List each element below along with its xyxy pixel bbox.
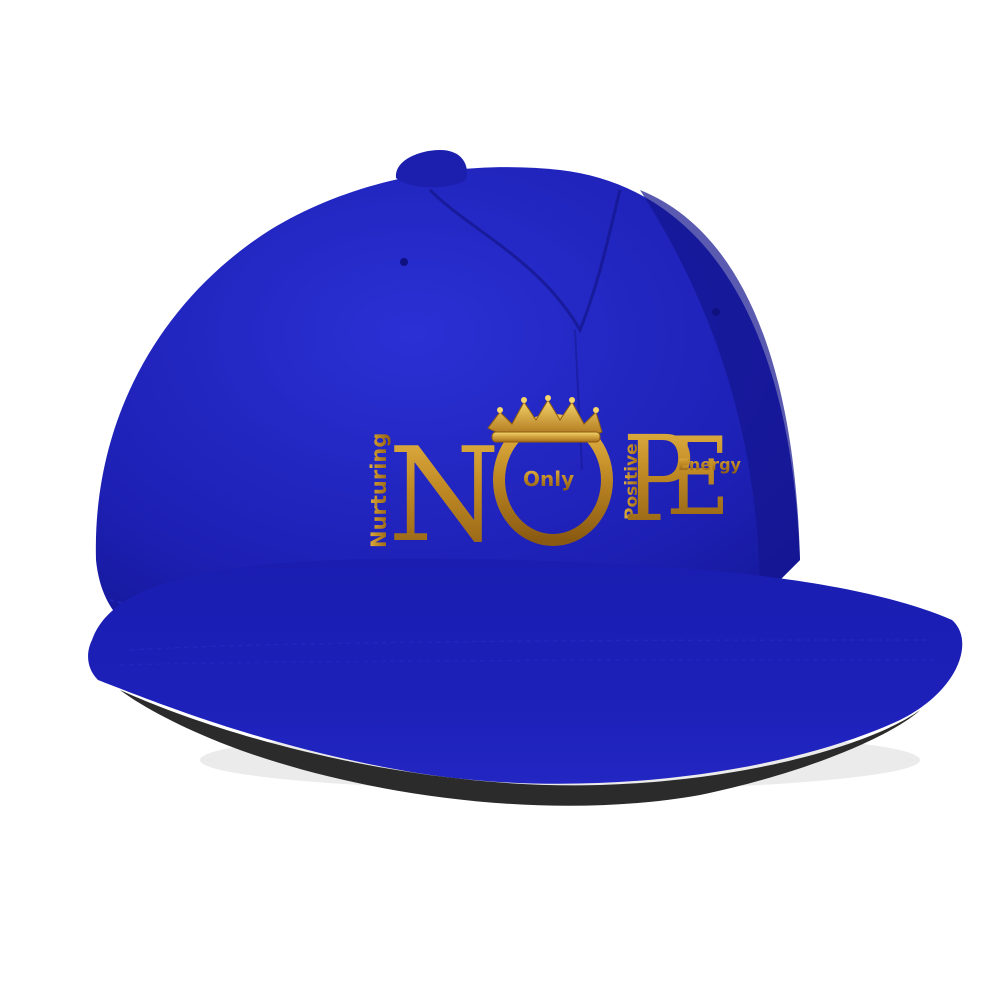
letter-n: N (388, 419, 500, 571)
cap-top-button (395, 150, 467, 188)
eyelet (712, 308, 720, 316)
letter-e: E (666, 415, 730, 540)
eyelet (400, 258, 408, 266)
word-energy: Energy (678, 455, 742, 474)
cap-illustration: Nurturing N Only Positive P E Energy (88, 150, 963, 806)
product-image: Nurturing N Only Positive P E Energy (0, 0, 1000, 1000)
word-only: Only (523, 467, 574, 491)
nope-logo: Nurturing N Only Positive P E Energy (367, 395, 742, 571)
